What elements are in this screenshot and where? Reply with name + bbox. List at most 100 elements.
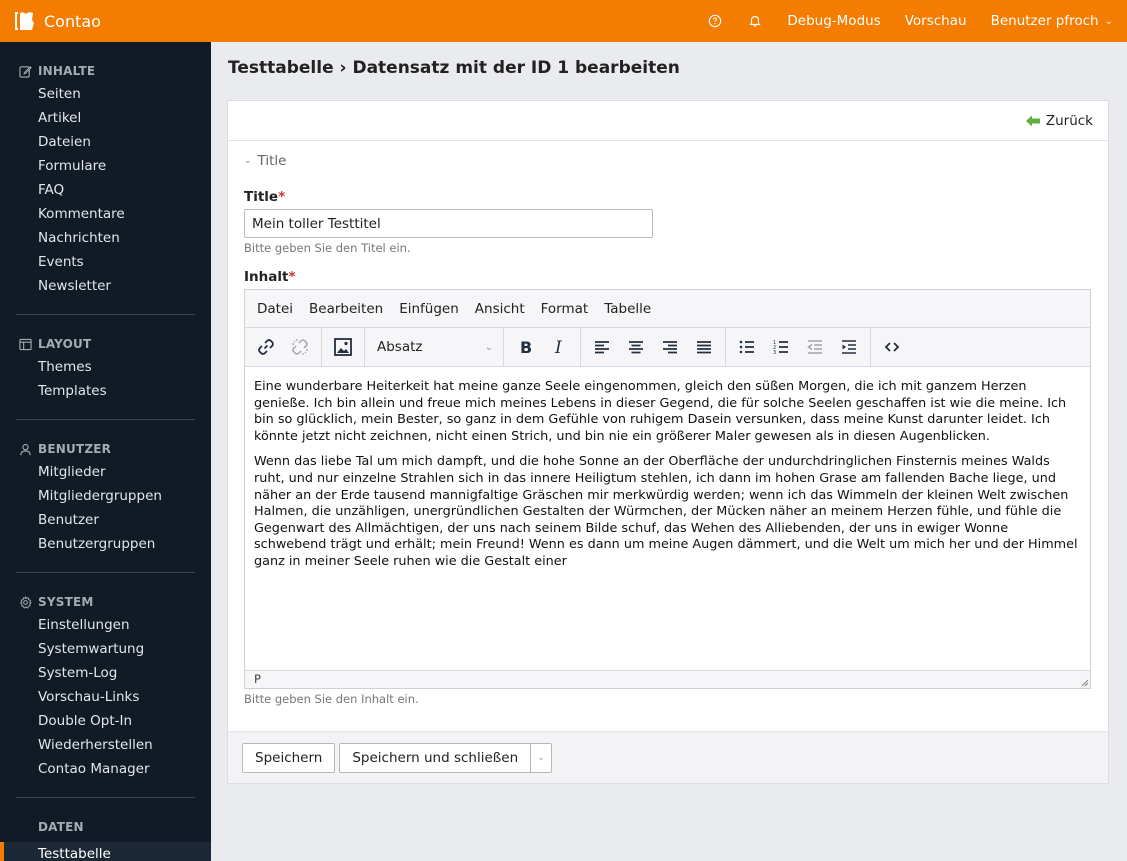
element-path[interactable]: P <box>254 672 261 686</box>
outdent-button[interactable] <box>798 332 832 362</box>
italic-button[interactable]: I <box>542 332 576 362</box>
indent-button[interactable] <box>832 332 866 362</box>
sidebar-item-benutzer[interactable]: Benutzer <box>0 508 211 532</box>
bold-button[interactable]: B <box>508 332 542 362</box>
sidebar-item-einstellungen[interactable]: Einstellungen <box>0 613 211 637</box>
image-button[interactable] <box>326 332 360 362</box>
fieldset-legend-label: Title <box>257 153 287 169</box>
breadcrumb-action: Datensatz mit der ID 1 bearbeiten <box>352 58 680 78</box>
content-paragraph: Wenn das liebe Tal um mich dampft, und d… <box>254 454 1078 569</box>
align-left-icon <box>595 341 609 354</box>
sidebar-group-label: LAYOUT <box>38 337 92 351</box>
edit-form-panel: Zurück ⌄ Title Title* Bitte geben Sie de… <box>227 100 1109 784</box>
title-help-text: Bitte geben Sie den Titel ein. <box>244 241 411 255</box>
outdent-icon <box>807 340 822 354</box>
toolbar-group-code <box>871 328 913 366</box>
breadcrumb-separator: › <box>333 58 353 78</box>
breadcrumb-table[interactable]: Testtabelle <box>228 58 334 78</box>
menu-bearbeiten[interactable]: Bearbeiten <box>301 301 391 317</box>
chevron-down-icon: ⌄ <box>537 752 545 763</box>
sidebar-item-wiederherstellen[interactable]: Wiederherstellen <box>0 733 211 757</box>
sidebar-group-header[interactable]: SYSTEM <box>0 591 211 613</box>
align-justify-icon <box>697 341 711 354</box>
sidebar-item-kommentare[interactable]: Kommentare <box>0 202 211 226</box>
back-label: Zurück <box>1045 112 1093 129</box>
chevron-down-icon: ⌄ <box>1104 15 1113 27</box>
align-right-button[interactable] <box>653 332 687 362</box>
align-left-button[interactable] <box>585 332 619 362</box>
sidebar-group-inhalte: INHALTE Seiten Artikel Dateien Formulare… <box>0 42 211 315</box>
menu-tabelle[interactable]: Tabelle <box>596 301 659 317</box>
align-justify-button[interactable] <box>687 332 721 362</box>
sidebar-item-system-log[interactable]: System-Log <box>0 661 211 685</box>
sidebar-item-testtabelle[interactable]: Testtabelle <box>0 842 211 861</box>
required-mark: * <box>288 269 296 285</box>
unlink-button[interactable] <box>283 332 317 362</box>
chevron-down-icon: ⌄ <box>244 156 252 166</box>
more-actions-toggle[interactable]: ⌄ <box>531 742 553 773</box>
bell-icon[interactable] <box>747 13 763 29</box>
fieldset-legend-toggle[interactable]: ⌄ Title <box>244 153 286 169</box>
sidebar-group-header[interactable]: BENUTZER <box>0 438 211 460</box>
user-menu-label: Benutzer pfroch <box>990 13 1099 29</box>
sidebar-group-header[interactable]: DATEN <box>0 816 211 838</box>
edit-icon <box>19 65 32 78</box>
block-format-select[interactable]: Absatz ⌄ <box>369 332 499 362</box>
form-actions: Speichern Speichern und schließen ⌄ <box>228 731 1108 783</box>
menu-datei[interactable]: Datei <box>249 301 301 317</box>
toolbar-group-format: Absatz ⌄ <box>365 328 504 366</box>
content-label-text: Inhalt <box>244 269 289 285</box>
link-icon <box>258 339 274 355</box>
preview-link[interactable]: Vorschau <box>905 13 967 29</box>
sidebar-item-double-opt-in[interactable]: Double Opt-In <box>0 709 211 733</box>
sidebar-item-artikel[interactable]: Artikel <box>0 106 211 130</box>
bullet-list-button[interactable] <box>730 332 764 362</box>
user-menu[interactable]: Benutzer pfroch ⌄ <box>991 13 1113 29</box>
required-mark: * <box>278 189 286 205</box>
sidebar-group-label: DATEN <box>38 820 84 834</box>
back-button[interactable]: Zurück <box>1025 112 1093 129</box>
save-close-button[interactable]: Speichern und schließen <box>339 742 532 773</box>
content-paragraph: Eine wunderbare Heiterkeit hat meine gan… <box>254 379 1067 444</box>
title-label-text: Title <box>244 189 279 205</box>
menu-einfuegen[interactable]: Einfügen <box>391 301 467 317</box>
svg-text:3: 3 <box>773 350 776 356</box>
editor-content[interactable]: Eine wunderbare Heiterkeit hat meine gan… <box>245 367 1090 671</box>
contao-logo[interactable]: Contao <box>0 0 101 42</box>
sidebar-item-vorschau-links[interactable]: Vorschau-Links <box>0 685 211 709</box>
sidebar-item-events[interactable]: Events <box>0 250 211 274</box>
resize-handle-icon[interactable] <box>1079 677 1089 687</box>
sidebar-item-systemwartung[interactable]: Systemwartung <box>0 637 211 661</box>
sidebar-item-benutzergruppen[interactable]: Benutzergruppen <box>0 532 211 556</box>
numbered-list-button[interactable]: 123 <box>764 332 798 362</box>
svg-text:B: B <box>520 338 532 357</box>
align-center-button[interactable] <box>619 332 653 362</box>
source-code-button[interactable] <box>875 332 909 362</box>
sidebar-item-seiten[interactable]: Seiten <box>0 82 211 106</box>
help-circle-icon[interactable] <box>707 13 723 29</box>
sidebar-item-dateien[interactable]: Dateien <box>0 130 211 154</box>
sidebar-group-header[interactable]: LAYOUT <box>0 333 211 355</box>
sidebar-group-header[interactable]: INHALTE <box>0 60 211 82</box>
sidebar-item-mitglieder[interactable]: Mitglieder <box>0 460 211 484</box>
app-name: Contao <box>44 11 101 31</box>
bullet-list-icon <box>739 340 754 354</box>
menu-format[interactable]: Format <box>533 301 597 317</box>
save-button[interactable]: Speichern <box>242 742 336 773</box>
debug-mode-link[interactable]: Debug-Modus <box>787 13 880 29</box>
page-title: Testtabelle › Datensatz mit der ID 1 bea… <box>228 58 680 78</box>
menu-ansicht[interactable]: Ansicht <box>467 301 533 317</box>
sidebar-item-nachrichten[interactable]: Nachrichten <box>0 226 211 250</box>
sidebar-item-mitgliedergruppen[interactable]: Mitgliedergruppen <box>0 484 211 508</box>
sidebar-item-themes[interactable]: Themes <box>0 355 211 379</box>
link-button[interactable] <box>249 332 283 362</box>
panel-toolbar: Zurück <box>228 101 1108 141</box>
sidebar-item-templates[interactable]: Templates <box>0 379 211 403</box>
sidebar-item-contao-manager[interactable]: Contao Manager <box>0 757 211 781</box>
sidebar-item-newsletter[interactable]: Newsletter <box>0 274 211 298</box>
image-icon <box>334 338 352 356</box>
sidebar-item-formulare[interactable]: Formulare <box>0 154 211 178</box>
title-input[interactable] <box>244 209 653 238</box>
sidebar-group-layout: LAYOUT Themes Templates <box>0 315 211 420</box>
sidebar-item-faq[interactable]: FAQ <box>0 178 211 202</box>
